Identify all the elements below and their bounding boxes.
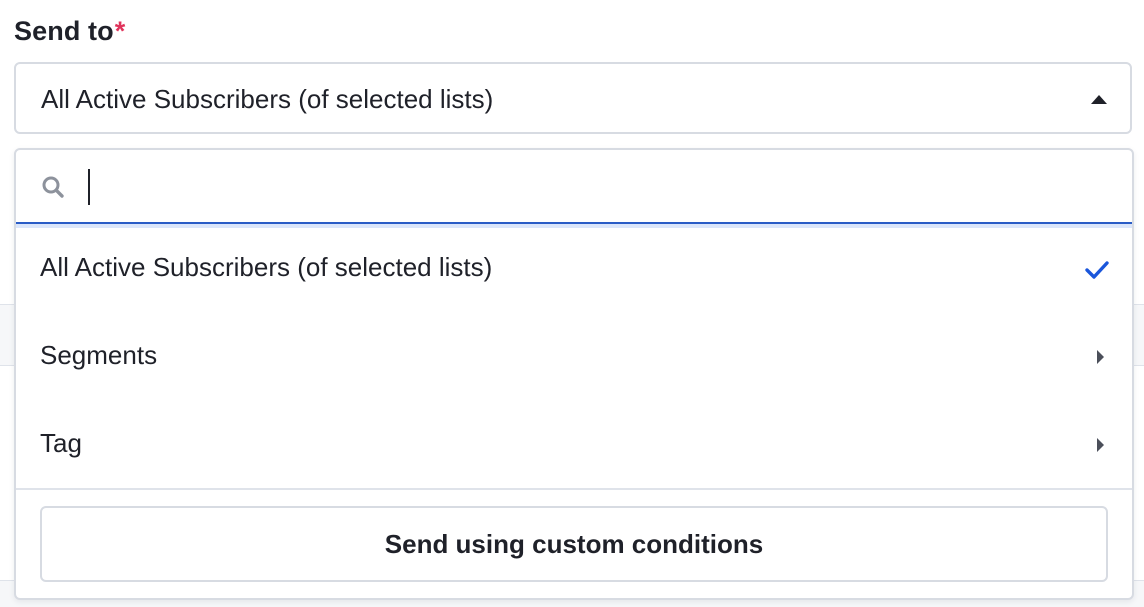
- search-icon: [42, 176, 64, 198]
- search-input[interactable]: [86, 164, 1086, 208]
- divider: [16, 488, 1132, 490]
- send-custom-conditions-button[interactable]: Send using custom conditions: [40, 506, 1108, 582]
- required-marker: *: [114, 16, 126, 46]
- caret-up-icon: [1091, 95, 1107, 104]
- option-tag[interactable]: Tag: [16, 402, 1132, 490]
- text-cursor: [88, 169, 90, 205]
- option-label: Segments: [40, 340, 158, 370]
- field-label-text: Send to: [14, 16, 114, 46]
- field-label: Send to*: [14, 16, 125, 47]
- dropdown-menu: All Active Subscribers (of selected list…: [14, 148, 1134, 600]
- option-segments[interactable]: Segments: [16, 314, 1132, 402]
- send-to-select[interactable]: All Active Subscribers (of selected list…: [14, 62, 1132, 134]
- selected-value: All Active Subscribers (of selected list…: [41, 84, 494, 114]
- search-row: [16, 150, 1132, 224]
- option-label: Tag: [40, 428, 82, 458]
- chevron-right-icon: [1097, 438, 1104, 452]
- option-label: All Active Subscribers (of selected list…: [40, 252, 493, 282]
- check-icon: [1085, 261, 1109, 279]
- chevron-right-icon: [1097, 350, 1104, 364]
- option-all-active-subscribers[interactable]: All Active Subscribers (of selected list…: [16, 226, 1132, 314]
